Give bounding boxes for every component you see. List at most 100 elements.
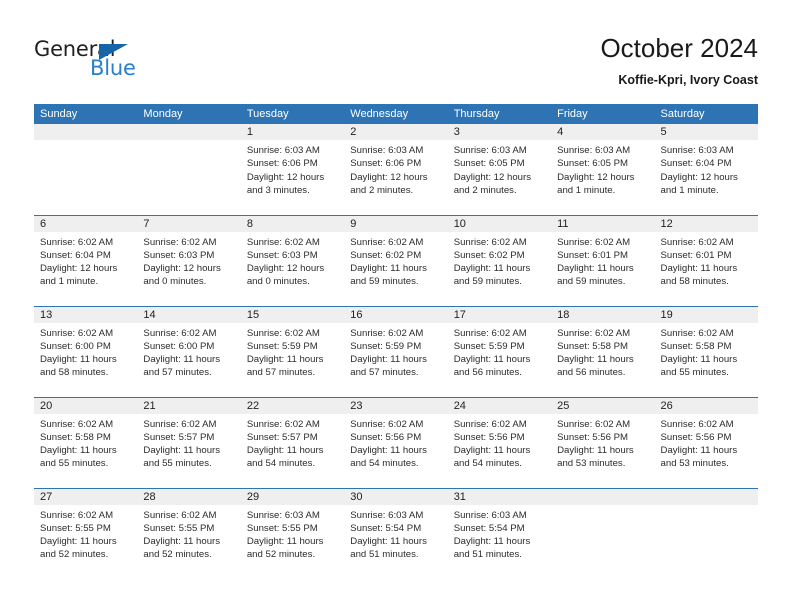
day-details: Sunrise: 6:02 AM Sunset: 6:03 PM Daylight:… <box>137 232 240 289</box>
calendar-day-cell[interactable]: 14 Sunrise: 6:02 AM Sunset: 6:00 PM Dayligh… <box>137 305 241 397</box>
calendar-day-cell[interactable]: 24 Sunrise: 6:02 AM Sunset: 5:56 PM Dayligh… <box>447 396 552 488</box>
daylight-text-line1: Daylight: 11 hours <box>350 354 427 366</box>
sunrise-text: Sunrise: 6:02 AM <box>453 236 527 248</box>
calendar-day-cell[interactable]: 26 Sunrise: 6:02 AM Sunset: 5:56 PM Dayligh… <box>654 396 758 488</box>
calendar-day-cell[interactable]: 29 Sunrise: 6:03 AM Sunset: 5:55 PM Dayligh… <box>240 487 345 579</box>
daylight-text-line2: and 57 minutes. <box>350 367 419 379</box>
daylight-text-line1: Daylight: 11 hours <box>660 354 738 366</box>
general-blue-logo[interactable]: General Blue <box>34 38 254 86</box>
calendar-day-cell[interactable]: 21 Sunrise: 6:02 AM Sunset: 5:57 PM Dayligh… <box>137 396 241 488</box>
calendar-day-cell[interactable]: 11 Sunrise: 6:02 AM Sunset: 6:01 PM Dayligh… <box>551 214 655 306</box>
sunset-text: Sunset: 5:56 PM <box>350 431 422 443</box>
day-number: 24 <box>447 397 552 414</box>
weekday-header-row: Sunday Monday Tuesday Wednesday Thursday Frid… <box>34 104 758 124</box>
day-details: Sunrise: 6:02 AM Sunset: 5:57 PM Daylight:… <box>241 414 344 471</box>
calendar-day-cell[interactable]: 4 Sunrise: 6:03 AM Sunset: 6:05 PM Daylight… <box>551 124 655 215</box>
daylight-text-line2: and 1 minute. <box>557 184 616 196</box>
day-details: Sunrise: 6:03 AM Sunset: 6:06 PM Daylight:… <box>241 140 344 197</box>
calendar-day-cell[interactable]: 17 Sunrise: 6:02 AM Sunset: 5:59 PM Dayligh… <box>447 305 552 397</box>
calendar-day-cell[interactable]: 22 Sunrise: 6:02 AM Sunset: 5:57 PM Dayligh… <box>240 396 345 488</box>
calendar-day-cell[interactable]: 27 Sunrise: 6:02 AM Sunset: 5:55 PM Dayligh… <box>34 487 138 579</box>
calendar-day-cell-empty <box>34 124 138 215</box>
calendar-day-cell[interactable]: 13 Sunrise: 6:02 AM Sunset: 6:00 PM Dayligh… <box>34 305 138 397</box>
daylight-text-line1: Daylight: 12 hours <box>557 171 635 183</box>
day-number <box>551 488 655 505</box>
sunset-text: Sunset: 6:00 PM <box>143 340 215 352</box>
day-number: 8 <box>240 215 345 232</box>
sunset-text: Sunset: 5:57 PM <box>246 431 318 443</box>
sunset-text: Sunset: 6:03 PM <box>143 249 215 261</box>
day-number: 18 <box>551 306 655 323</box>
day-number: 5 <box>654 124 758 140</box>
daylight-text-line1: Daylight: 11 hours <box>350 536 427 548</box>
daylight-text-line2: and 58 minutes. <box>660 276 729 288</box>
sunset-text: Sunset: 5:59 PM <box>246 340 318 352</box>
calendar-day-cell[interactable]: 6 Sunrise: 6:02 AM Sunset: 6:04 PM Daylight… <box>34 214 138 306</box>
calendar-day-cell[interactable]: 25 Sunrise: 6:02 AM Sunset: 5:56 PM Dayligh… <box>551 396 655 488</box>
calendar-day-cell[interactable]: 10 Sunrise: 6:02 AM Sunset: 6:02 PM Dayligh… <box>447 214 552 306</box>
calendar-day-cell[interactable]: 2 Sunrise: 6:03 AM Sunset: 6:06 PM Daylight… <box>344 124 448 215</box>
daylight-text-line2: and 59 minutes. <box>557 276 626 288</box>
calendar-day-cell[interactable]: 8 Sunrise: 6:02 AM Sunset: 6:03 PM Daylight… <box>240 214 345 306</box>
daylight-text-line1: Daylight: 11 hours <box>557 263 634 275</box>
day-details: Sunrise: 6:02 AM Sunset: 5:55 PM Daylight:… <box>34 505 137 562</box>
daylight-text-line2: and 56 minutes. <box>453 367 522 379</box>
sunrise-text: Sunrise: 6:02 AM <box>40 509 114 521</box>
calendar-day-cell[interactable]: 7 Sunrise: 6:02 AM Sunset: 6:03 PM Daylight… <box>137 214 241 306</box>
day-number: 22 <box>240 397 345 414</box>
day-details: Sunrise: 6:03 AM Sunset: 6:05 PM Daylight:… <box>448 140 551 197</box>
sunrise-text: Sunrise: 6:02 AM <box>350 327 424 339</box>
day-details: Sunrise: 6:02 AM Sunset: 6:01 PM Daylight:… <box>551 232 654 289</box>
sunset-text: Sunset: 5:56 PM <box>557 431 629 443</box>
weekday-header-saturday: Saturday <box>654 104 758 124</box>
calendar-day-cell[interactable]: 1 Sunrise: 6:03 AM Sunset: 6:06 PM Daylight… <box>240 124 345 215</box>
calendar-day-cell[interactable]: 28 Sunrise: 6:02 AM Sunset: 5:55 PM Dayligh… <box>137 487 241 579</box>
sunset-text: Sunset: 6:01 PM <box>660 249 732 261</box>
sunset-text: Sunset: 6:02 PM <box>453 249 525 261</box>
day-number: 15 <box>240 306 345 323</box>
calendar-day-cell[interactable]: 19 Sunrise: 6:02 AM Sunset: 5:58 PM Dayligh… <box>654 305 758 397</box>
daylight-text-line2: and 53 minutes. <box>557 458 626 470</box>
sunset-text: Sunset: 6:00 PM <box>40 340 111 352</box>
daylight-text-line1: Daylight: 11 hours <box>40 445 117 457</box>
day-details: Sunrise: 6:02 AM Sunset: 5:58 PM Daylight:… <box>655 323 758 380</box>
day-number: 26 <box>654 397 758 414</box>
daylight-text-line1: Daylight: 11 hours <box>350 263 427 275</box>
day-details: Sunrise: 6:02 AM Sunset: 5:58 PM Daylight:… <box>34 414 137 471</box>
daylight-text-line1: Daylight: 11 hours <box>246 354 324 366</box>
calendar-day-cell[interactable]: 9 Sunrise: 6:02 AM Sunset: 6:02 PM Daylight… <box>344 214 448 306</box>
day-number: 20 <box>34 397 138 414</box>
day-number: 9 <box>344 215 448 232</box>
calendar-table: Sunday Monday Tuesday Wednesday Thursday Frid… <box>34 104 758 579</box>
sunrise-text: Sunrise: 6:02 AM <box>40 418 114 430</box>
sunrise-text: Sunrise: 6:02 AM <box>350 236 424 248</box>
sunrise-text: Sunrise: 6:02 AM <box>246 327 320 339</box>
calendar-day-cell[interactable]: 5 Sunrise: 6:03 AM Sunset: 6:04 PM Daylight… <box>654 124 758 215</box>
day-number: 4 <box>551 124 655 140</box>
calendar-day-cell[interactable]: 30 Sunrise: 6:03 AM Sunset: 5:54 PM Dayligh… <box>344 487 448 579</box>
daylight-text-line2: and 1 minute. <box>660 184 719 196</box>
weekday-header-tuesday: Tuesday <box>240 104 345 124</box>
day-details: Sunrise: 6:02 AM Sunset: 6:04 PM Daylight:… <box>34 232 137 289</box>
daylight-text-line2: and 56 minutes. <box>557 367 626 379</box>
sunset-text: Sunset: 5:58 PM <box>40 431 111 443</box>
daylight-text-line1: Daylight: 11 hours <box>557 354 634 366</box>
daylight-text-line1: Daylight: 11 hours <box>143 536 221 548</box>
daylight-text-line2: and 59 minutes. <box>350 276 419 288</box>
calendar-day-cell[interactable]: 15 Sunrise: 6:02 AM Sunset: 5:59 PM Dayligh… <box>240 305 345 397</box>
calendar-day-cell[interactable]: 18 Sunrise: 6:02 AM Sunset: 5:58 PM Dayligh… <box>551 305 655 397</box>
sunset-text: Sunset: 5:54 PM <box>350 522 422 534</box>
calendar-day-cell[interactable]: 16 Sunrise: 6:02 AM Sunset: 5:59 PM Dayligh… <box>344 305 448 397</box>
calendar-day-cell[interactable]: 3 Sunrise: 6:03 AM Sunset: 6:05 PM Daylight… <box>447 124 552 215</box>
calendar-day-cell[interactable]: 12 Sunrise: 6:02 AM Sunset: 6:01 PM Dayligh… <box>654 214 758 306</box>
calendar-day-cell[interactable]: 20 Sunrise: 6:02 AM Sunset: 5:58 PM Dayligh… <box>34 396 138 488</box>
calendar-day-cell[interactable]: 31 Sunrise: 6:03 AM Sunset: 5:54 PM Dayligh… <box>447 487 552 579</box>
sunrise-text: Sunrise: 6:03 AM <box>246 509 320 521</box>
daylight-text-line1: Daylight: 12 hours <box>246 263 325 275</box>
sunset-text: Sunset: 5:57 PM <box>143 431 215 443</box>
calendar-day-cell[interactable]: 23 Sunrise: 6:02 AM Sunset: 5:56 PM Dayligh… <box>344 396 448 488</box>
day-number: 23 <box>344 397 448 414</box>
daylight-text-line2: and 59 minutes. <box>453 276 522 288</box>
sunrise-text: Sunrise: 6:03 AM <box>350 509 424 521</box>
sunset-text: Sunset: 6:01 PM <box>557 249 629 261</box>
